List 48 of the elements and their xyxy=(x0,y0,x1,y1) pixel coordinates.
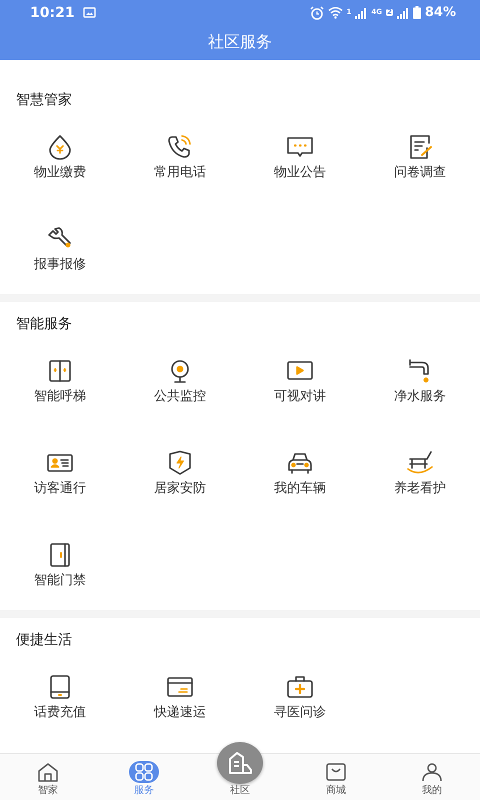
page-title: 社区服务 xyxy=(208,32,272,53)
service-label[interactable]: 智能门禁 xyxy=(34,573,86,589)
center-tab-circle[interactable] xyxy=(217,742,263,784)
chat-icon[interactable] xyxy=(286,134,314,160)
tab[interactable]: 我的 xyxy=(384,754,480,800)
phone-icon[interactable] xyxy=(166,134,194,160)
section-title: 便捷生活 xyxy=(16,631,73,650)
person-icon xyxy=(421,762,443,782)
section-title: 智能服务 xyxy=(16,315,73,334)
service-label[interactable]: 养老看护 xyxy=(394,481,446,497)
home-icon xyxy=(37,762,59,782)
alarm-icon xyxy=(310,6,324,20)
wifi-icon xyxy=(328,6,342,19)
battery-percent: 84% xyxy=(424,5,456,20)
service-label[interactable]: 访客通行 xyxy=(34,481,86,497)
service-label[interactable]: 寻医问诊 xyxy=(274,705,326,721)
status-time: 10:21 xyxy=(30,4,75,20)
elevator-icon[interactable] xyxy=(46,358,74,384)
service-label[interactable]: 话费充值 xyxy=(34,705,86,721)
tab[interactable]: 智家 xyxy=(0,754,96,800)
shield-icon[interactable] xyxy=(166,450,194,476)
battery-icon xyxy=(412,6,421,19)
image-icon xyxy=(82,7,96,18)
rocking-chair-icon[interactable] xyxy=(406,450,434,476)
service-label[interactable]: 我的车辆 xyxy=(274,481,326,497)
service-label[interactable]: 净水服务 xyxy=(394,389,446,405)
signal-icon xyxy=(396,6,409,18)
service-label[interactable]: 物业公告 xyxy=(274,165,326,181)
service-label[interactable]: 快递速运 xyxy=(154,705,206,721)
service-label[interactable]: 智能呼梯 xyxy=(34,389,86,405)
service-label[interactable]: 公共监控 xyxy=(154,389,206,405)
medical-kit-icon[interactable] xyxy=(286,674,314,700)
service-label[interactable]: 居家安防 xyxy=(154,481,206,497)
signal-icon xyxy=(355,6,368,18)
service-label[interactable]: 物业缴费 xyxy=(34,165,86,181)
service-label[interactable]: 常用电话 xyxy=(154,165,206,181)
money-drop-icon[interactable] xyxy=(46,134,74,160)
service-label[interactable]: 可视对讲 xyxy=(274,389,326,405)
service-label[interactable]: 报事报修 xyxy=(34,257,86,273)
bag-icon xyxy=(325,762,347,782)
building-icon xyxy=(227,751,253,775)
section-title: 智慧管家 xyxy=(16,91,73,110)
service-label[interactable]: 问卷调查 xyxy=(394,165,446,181)
card-icon[interactable] xyxy=(166,674,194,700)
tab[interactable]: 商城 xyxy=(288,754,384,800)
car-icon[interactable] xyxy=(286,450,314,476)
grid-icon xyxy=(133,762,155,782)
tab[interactable]: 社区 xyxy=(192,785,288,800)
